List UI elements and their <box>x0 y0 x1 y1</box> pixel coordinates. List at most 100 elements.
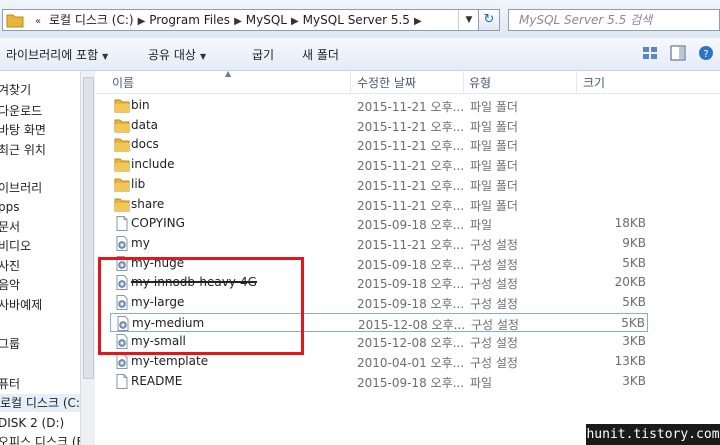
breadcrumb-segment[interactable]: 로컬 디스크 (C:) <box>49 10 134 30</box>
folder-icon <box>114 98 130 113</box>
breadcrumb-chevron-icon[interactable]: ▶ <box>414 12 422 32</box>
file-type: 파일 폴더 <box>470 139 518 154</box>
file-size: 13KB <box>614 354 646 369</box>
address-dropdown-button[interactable]: ▼ <box>458 10 479 30</box>
nav-item[interactable]: 사바예제 <box>0 296 42 314</box>
column-divider[interactable] <box>350 71 351 93</box>
view-options-icon[interactable] <box>642 45 658 61</box>
breadcrumb-segment[interactable]: MySQL <box>246 10 287 30</box>
file-date: 2015-09-18 오후... <box>357 218 465 233</box>
file-row[interactable]: share 2015-11-21 오후... 파일 폴더 <box>110 195 648 214</box>
config-file-icon <box>114 235 130 251</box>
nav-item[interactable]: 바탕 화면 <box>0 121 46 139</box>
file-size: 3KB <box>622 334 646 349</box>
file-date: 2015-11-21 오후... <box>357 198 465 213</box>
preview-pane-icon[interactable] <box>670 45 686 61</box>
file-type: 구성 설정 <box>470 257 518 272</box>
nav-item[interactable]: 이브러리 <box>0 179 42 197</box>
file-row[interactable]: data 2015-11-21 오후... 파일 폴더 <box>110 116 648 135</box>
breadcrumb-chevron-icon[interactable]: ▶ <box>234 12 242 32</box>
nav-item[interactable]: 비디오 <box>0 237 31 255</box>
nav-item[interactable]: 음악 <box>0 276 20 294</box>
file-row[interactable]: docs 2015-11-21 오후... 파일 폴더 <box>110 135 648 154</box>
file-date: 2015-09-18 오후... <box>357 257 465 272</box>
nav-item[interactable]: 퓨터 <box>0 375 20 393</box>
nav-item[interactable]: 최근 위치 <box>0 141 46 159</box>
column-type[interactable]: 유형 <box>469 74 491 91</box>
help-icon[interactable]: ? <box>698 45 714 61</box>
file-icon <box>114 373 130 389</box>
column-divider[interactable] <box>576 71 577 93</box>
breadcrumb-chevron-icon[interactable]: ▶ <box>291 12 299 32</box>
file-type: 파일 폴더 <box>470 198 518 213</box>
nav-item[interactable]: 겨찾기 <box>0 81 31 99</box>
command-bar: 라이브러리에 포함 ▼ 공유 대상 ▼ 굽기 새 폴더 ? <box>0 38 720 71</box>
breadcrumb-overflow[interactable]: « <box>35 12 41 32</box>
file-name: my-template <box>131 354 209 369</box>
folder-icon <box>114 197 130 212</box>
file-type: 파일 <box>470 218 493 233</box>
address-bar[interactable]: « 로컬 디스크 (C:) ▶ Program Files ▶ MySQL ▶ MySQL … <box>2 9 500 31</box>
file-row[interactable]: COPYING 2015-09-18 오후... 파일 18KB <box>110 214 648 233</box>
file-row[interactable]: README 2015-09-18 오후... 파일 3KB <box>110 372 648 391</box>
file-type: 구성 설정 <box>470 277 518 292</box>
nav-item[interactable]: 문서 <box>0 218 20 236</box>
file-row[interactable]: bin 2015-11-21 오후... 파일 폴더 <box>110 96 648 115</box>
file-type: 파일 폴더 <box>470 159 518 174</box>
file-name: docs <box>131 137 159 152</box>
file-row[interactable]: include 2015-11-21 오후... 파일 폴더 <box>110 155 648 174</box>
share-with-button[interactable]: 공유 대상 ▼ <box>148 46 206 64</box>
navigation-scrollbar-thumb[interactable] <box>83 77 94 379</box>
navigation-pane: 겨찾기다운로드 바탕 화면최근 위치이브러리 pps 문서 비디오사진 음악사바예제그룹퓨… <box>0 71 80 445</box>
column-divider[interactable] <box>463 71 464 93</box>
file-size: 9KB <box>622 235 646 250</box>
refresh-button[interactable]: ↻ <box>478 9 500 31</box>
nav-item[interactable]: 사진 <box>0 257 20 275</box>
file-date: 2015-12-08 오후... <box>357 336 465 351</box>
chevron-down-icon: ▼ <box>102 52 109 61</box>
file-date: 2015-12-08 오후... <box>358 317 466 332</box>
file-date: 2015-09-18 오후... <box>357 375 465 390</box>
new-folder-button[interactable]: 새 폴더 <box>302 46 339 64</box>
file-name: bin <box>131 98 150 112</box>
nav-item[interactable]: 오피스 디스크 (E:) <box>0 433 80 445</box>
file-row[interactable]: my 2015-11-21 오후... 구성 설정 9KB <box>110 234 648 253</box>
file-date: 2010-04-01 오후... <box>357 356 465 371</box>
nav-item[interactable]: 그룹 <box>0 335 20 353</box>
column-size[interactable]: 크기 <box>583 74 605 91</box>
breadcrumb: « 로컬 디스크 (C:) ▶ Program Files ▶ MySQL ▶ MySQL … <box>35 10 426 30</box>
column-date[interactable]: 수정한 날짜 <box>357 74 416 91</box>
burn-button[interactable]: 굽기 <box>252 46 274 64</box>
file-type: 구성 설정 <box>470 336 518 351</box>
file-size: 3KB <box>622 373 646 388</box>
file-date: 2015-11-21 오후... <box>357 237 465 252</box>
file-type: 구성 설정 <box>470 356 518 371</box>
breadcrumb-segment[interactable]: MySQL Server 5.5 <box>303 10 410 30</box>
search-input[interactable]: MySQL Server 5.5 검색 <box>508 9 720 31</box>
file-row[interactable]: lib 2015-11-21 오후... 파일 폴더 <box>110 175 648 194</box>
file-size: 18KB <box>614 216 646 231</box>
navigation-scrollbar[interactable] <box>80 71 95 445</box>
file-type: 파일 폴더 <box>470 119 518 134</box>
folder-icon <box>114 118 130 133</box>
file-name: data <box>131 117 159 132</box>
column-name[interactable]: 이름 <box>112 74 134 91</box>
nav-item[interactable]: 다운로드 <box>0 102 42 120</box>
file-type: 파일 폴더 <box>470 100 518 114</box>
breadcrumb-segment[interactable]: Program Files <box>149 10 230 30</box>
include-in-library-button[interactable]: 라이브러리에 포함 ▼ <box>6 46 108 64</box>
file-size: 5KB <box>622 295 646 309</box>
nav-item[interactable]: 로컬 디스크 (C:) <box>0 394 80 412</box>
breadcrumb-chevron-icon[interactable]: ▶ <box>138 12 146 32</box>
svg-text:?: ? <box>703 49 708 60</box>
folder-icon <box>114 137 130 152</box>
nav-item[interactable]: DISK 2 (D:) <box>0 414 64 432</box>
file-date: 2015-11-21 오후... <box>357 139 465 154</box>
config-file-icon <box>114 354 130 370</box>
file-name: lib <box>131 176 146 191</box>
file-name: include <box>131 157 175 172</box>
file-date: 2015-11-21 오후... <box>357 178 465 193</box>
file-date: 2015-11-21 오후... <box>357 100 465 114</box>
folder-icon <box>114 157 130 172</box>
nav-item[interactable]: pps <box>0 198 20 216</box>
